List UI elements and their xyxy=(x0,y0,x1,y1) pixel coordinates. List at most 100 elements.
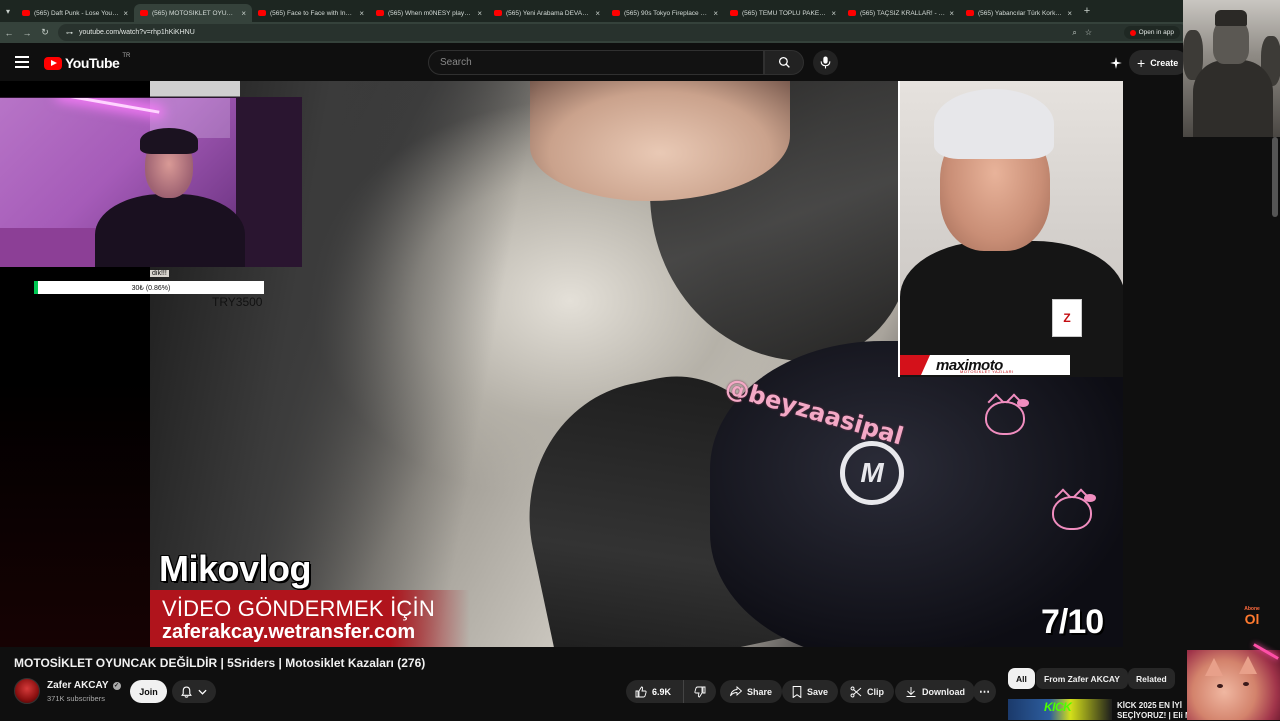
browser-toolbar: ← → ↻ ⊶ youtube.com/watch?v=rhp1hKiKHNU … xyxy=(0,22,1280,43)
like-button[interactable]: 6.9K xyxy=(626,680,684,703)
address-bar[interactable]: ⊶ youtube.com/watch?v=rhp1hKiKHNU ⌕ ☆ Op… xyxy=(58,24,1188,41)
youtube-header: YouTube TR Search + Create xyxy=(0,43,1280,81)
reload-icon[interactable]: ↻ xyxy=(36,22,54,43)
country-code: TR xyxy=(122,53,131,59)
hello-kitty-sticker xyxy=(985,399,1029,435)
cat-webcam-overlay xyxy=(1187,650,1280,720)
tab-title: (565) TAÇSIZ KRALLAR! - 2025 xyxy=(860,9,946,17)
close-icon[interactable]: × xyxy=(123,9,128,18)
create-button[interactable]: + Create xyxy=(1129,50,1189,75)
tab-title: (565) MOTOSİKLET OYUNCAK xyxy=(152,9,238,17)
gemini-icon[interactable] xyxy=(1109,56,1123,70)
zoom-icon[interactable]: ⌕ xyxy=(1072,28,1076,38)
youtube-play-icon xyxy=(44,56,62,70)
share-icon xyxy=(730,686,742,697)
microphone-icon xyxy=(820,56,831,69)
subscriber-count: 371K subscribers xyxy=(47,694,105,703)
tab-title: (565) TEMU TOPLU PAKET AÇIL xyxy=(742,9,827,17)
channel-name-row[interactable]: Zafer AKCAY ✓ xyxy=(47,680,121,691)
presenter-brand-sub: MOTOSİKLET YAZILARI xyxy=(960,369,1014,374)
youtube-favicon-icon xyxy=(730,10,738,16)
voice-search-button[interactable] xyxy=(813,50,838,75)
presenter-brand-strip: maximoto MOTOSİKLET YAZILARI xyxy=(900,355,1070,375)
hello-kitty-sticker xyxy=(1052,494,1096,530)
open-in-app-button[interactable]: Open in app xyxy=(1123,26,1180,39)
chevron-down-icon xyxy=(198,689,207,695)
close-icon[interactable]: × xyxy=(831,9,836,18)
youtube-favicon-icon xyxy=(376,10,384,16)
channel-name[interactable]: Zafer AKCAY xyxy=(47,680,109,691)
overlay-banner-line1: VİDEO GÖNDERMEK İÇİN xyxy=(162,596,435,621)
omnibox-actions: ⌕ ☆ xyxy=(1072,28,1092,38)
join-button[interactable]: Join xyxy=(130,680,167,703)
tab-title: (565) 90s Tokyo Fireplace Drea xyxy=(624,9,710,17)
site-info-icon[interactable]: ⊶ xyxy=(66,29,73,37)
youtube-favicon-icon xyxy=(140,10,148,16)
donation-progress: 30₺ (0.86%) xyxy=(131,284,171,292)
youtube-favicon-icon xyxy=(966,10,974,16)
menu-icon[interactable] xyxy=(15,56,29,68)
close-icon[interactable]: × xyxy=(359,9,364,18)
bell-icon xyxy=(181,686,192,698)
tab-search-icon[interactable]: ▾ xyxy=(0,0,16,22)
thumbs-up-icon xyxy=(635,686,647,697)
browser-tab[interactable]: (565) Daft Punk - Lose Yourself × xyxy=(16,4,134,22)
youtube-wordmark: YouTube xyxy=(65,55,120,71)
new-tab-button[interactable]: + xyxy=(1078,2,1096,20)
streamer-hair xyxy=(140,128,198,154)
counter-text: 7/10 xyxy=(1041,603,1104,641)
thumbs-down-icon xyxy=(694,686,706,697)
share-button[interactable]: Share xyxy=(720,680,783,703)
recommendation-thumbnail[interactable]: KICK xyxy=(1008,699,1112,720)
browser-tab[interactable]: (565) MOTOSİKLET OYUNCAK × xyxy=(134,4,252,22)
page-scrollbar[interactable] xyxy=(1272,137,1278,217)
channel-avatar[interactable] xyxy=(14,678,40,704)
more-actions-icon[interactable]: ⋯ xyxy=(973,680,996,703)
overlay-banner-line2: zaferakcay.wetransfer.com xyxy=(162,621,416,643)
browser-tab[interactable]: (565) TEMU TOPLU PAKET AÇIL × xyxy=(724,4,842,22)
filter-chip[interactable]: Related xyxy=(1128,668,1175,689)
share-label: Share xyxy=(747,686,773,697)
filter-chip[interactable]: From Zafer AKCAY xyxy=(1036,668,1128,689)
save-label: Save xyxy=(807,686,829,697)
tab-title: (565) When m0NESY plays on xyxy=(388,9,474,17)
recommendation-thumb-text: KICK xyxy=(1044,700,1072,714)
search-button[interactable] xyxy=(764,50,804,75)
close-icon[interactable]: × xyxy=(1067,9,1072,18)
bookmark-star-icon[interactable]: ☆ xyxy=(1085,28,1092,38)
close-icon[interactable]: × xyxy=(949,9,954,18)
dislike-button[interactable] xyxy=(684,680,716,703)
browser-tab[interactable]: (565) Face to Face with India's × xyxy=(252,4,370,22)
notification-button[interactable] xyxy=(172,680,216,703)
search-input[interactable]: Search xyxy=(428,50,764,75)
verified-check-icon: ✓ xyxy=(112,681,121,690)
recommendation-title[interactable]: KİCK 2025 EN İYİ SEÇİYORUZ! | Eli M xyxy=(1117,701,1187,721)
browser-tab[interactable]: (565) 90s Tokyo Fireplace Drea × xyxy=(606,4,724,22)
download-button[interactable]: Download xyxy=(895,680,975,703)
youtube-logo[interactable]: YouTube TR xyxy=(44,53,131,71)
clip-label: Clip xyxy=(867,686,884,697)
forward-icon[interactable]: → xyxy=(18,22,36,43)
close-icon[interactable]: × xyxy=(595,9,600,18)
browser-tab[interactable]: (565) When m0NESY plays on × xyxy=(370,4,488,22)
donation-alert-text: dik!!! xyxy=(150,270,169,277)
streamer-webcam xyxy=(0,97,302,267)
close-icon[interactable]: × xyxy=(713,9,718,18)
browser-tab[interactable]: (565) TAÇSIZ KRALLAR! - 2025 × xyxy=(842,4,960,22)
background-bench xyxy=(0,228,110,267)
filter-chip[interactable]: All xyxy=(1008,668,1035,689)
like-count: 6.9K xyxy=(652,686,672,697)
clip-button[interactable]: Clip xyxy=(840,680,894,703)
save-button[interactable]: Save xyxy=(782,680,839,703)
browser-tab[interactable]: (565) Yeni Arabama DEVASA S × xyxy=(488,4,606,22)
close-icon[interactable]: × xyxy=(241,9,246,18)
browser-tab[interactable]: (565) Yabancılar Türk Korku Film × xyxy=(960,4,1078,22)
video-overlay-counter: 7/10 xyxy=(1041,603,1104,642)
youtube-favicon-icon xyxy=(258,10,266,16)
presenter-hair xyxy=(934,89,1054,159)
back-icon[interactable]: ← xyxy=(0,22,18,43)
brand-flag-icon xyxy=(900,355,930,375)
video-overlay-banner: VİDEO GÖNDERMEK İÇİN zaferakcay.wetransf… xyxy=(150,590,470,647)
close-icon[interactable]: × xyxy=(477,9,482,18)
recommendation-title-line1: KİCK 2025 EN İYİ xyxy=(1117,701,1182,710)
